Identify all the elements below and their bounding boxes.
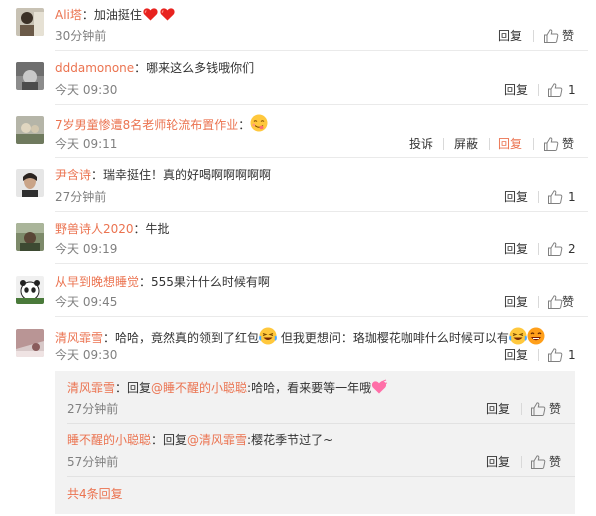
divider <box>489 138 490 150</box>
thumbs-up-icon[interactable] <box>547 82 563 98</box>
reply-prefix: ：回复 <box>115 381 152 395</box>
mention-link[interactable]: @清风霏雪 <box>187 433 247 447</box>
like-button[interactable]: 赞 <box>562 136 574 152</box>
comment-text: ：瑞幸挺住！真的好喝啊啊啊啊啊 <box>91 168 272 182</box>
comment-text-continued: 但我更想问：珞珈樱花咖啡什么时候可以有 <box>277 331 509 345</box>
comment-time: 今天 09:45 <box>55 295 118 309</box>
divider <box>521 403 522 415</box>
like-button[interactable]: 赞 <box>549 454 561 470</box>
like-button[interactable]: 赞 <box>562 294 574 310</box>
thumbs-up-icon[interactable] <box>547 241 563 257</box>
avatar[interactable] <box>16 276 44 304</box>
comment-username[interactable]: 7岁男童惨遭8名老师轮流布置作业 <box>55 118 238 132</box>
divider <box>538 349 539 361</box>
comment-time: 今天 09:30 <box>55 348 118 362</box>
comment-time: 今天 09:19 <box>55 242 118 256</box>
divider <box>55 211 588 212</box>
reply-button[interactable]: 回复 <box>504 241 528 257</box>
comment-text: ：哈哈，竟然真的领到了红包 <box>103 331 260 345</box>
divider <box>55 50 588 51</box>
reply-button[interactable]: 回复 <box>504 294 528 310</box>
divider <box>55 263 588 264</box>
divider <box>533 138 534 150</box>
comment-time: 今天 09:30 <box>55 83 118 97</box>
reply-username[interactable]: 清风霏雪 <box>67 381 115 395</box>
comment-username[interactable]: Ali塔 <box>55 8 82 22</box>
thumbs-up-icon[interactable] <box>547 347 563 363</box>
avatar[interactable] <box>16 116 44 144</box>
divider <box>67 476 575 477</box>
mention-link[interactable]: @睡不醒的小聪聪 <box>151 381 247 395</box>
divider <box>443 138 444 150</box>
report-button[interactable]: 投诉 <box>409 136 433 152</box>
reply-button[interactable]: 回复 <box>504 189 528 205</box>
comment-time: 30分钟前 <box>55 29 107 43</box>
like-count[interactable]: 1 <box>568 189 576 205</box>
reply-time: 57分钟前 <box>67 455 119 469</box>
laugh-cry-face-icon <box>259 327 277 345</box>
thumbs-up-icon[interactable] <box>543 28 559 44</box>
thumbs-up-icon[interactable] <box>530 454 546 470</box>
thumbs-up-icon[interactable] <box>547 294 563 310</box>
comment-time: 27分钟前 <box>55 190 107 204</box>
divider <box>55 157 588 158</box>
thumbs-up-icon[interactable] <box>530 401 546 417</box>
heart-icon <box>372 379 388 394</box>
thumbs-up-icon[interactable] <box>547 189 563 205</box>
thumbs-up-icon[interactable] <box>543 136 559 152</box>
avatar[interactable] <box>16 8 44 36</box>
grin-face-icon <box>527 327 545 345</box>
divider <box>67 423 575 424</box>
laugh-cry-face-icon <box>508 327 527 345</box>
comment-username[interactable]: 尹含诗 <box>55 168 91 182</box>
comment-text: ：555果汁什么时候有啊 <box>139 275 270 289</box>
reply-time: 27分钟前 <box>67 402 119 416</box>
divider <box>538 84 539 96</box>
comment-username[interactable]: 清风霏雪 <box>55 331 103 345</box>
divider <box>538 243 539 255</box>
comment-username[interactable]: 从早到晚想睡觉 <box>55 275 139 289</box>
like-count[interactable]: 1 <box>568 347 576 363</box>
block-button[interactable]: 屏蔽 <box>454 136 478 152</box>
yummy-face-icon <box>250 114 268 132</box>
reply-button[interactable]: 回复 <box>498 28 522 44</box>
reply-button[interactable]: 回复 <box>486 454 510 470</box>
comment-time: 今天 09:11 <box>55 137 118 151</box>
divider <box>538 191 539 203</box>
heart-icon <box>142 6 159 22</box>
reply-button[interactable]: 回复 <box>486 401 510 417</box>
reply-thread: 清风霏雪：回复@睡不醒的小聪聪:哈哈，看来要等一年哦 27分钟前 回复 赞 睡不… <box>55 371 575 514</box>
reply-prefix: ：回复 <box>151 433 188 447</box>
comment-username[interactable]: dddamonone <box>55 61 134 75</box>
comment-text: ：哪来这么多钱哦你们 <box>134 61 255 75</box>
divider <box>55 104 588 105</box>
avatar[interactable] <box>16 62 44 90</box>
heart-icon <box>159 6 176 22</box>
comment-username[interactable]: 野兽诗人2020 <box>55 222 134 236</box>
divider <box>533 30 534 42</box>
divider <box>55 316 588 317</box>
avatar[interactable] <box>16 223 44 251</box>
like-count[interactable]: 1 <box>568 82 576 98</box>
like-button[interactable]: 赞 <box>562 28 574 44</box>
comment-text: ：加油挺住 <box>81 8 142 22</box>
reply-text: :哈哈，看来要等一年哦 <box>247 381 372 395</box>
reply-button[interactable]: 回复 <box>504 347 528 363</box>
reply-text: :樱花季节过了~ <box>247 433 334 447</box>
comment-text: ： <box>238 118 251 132</box>
reply-button[interactable]: 回复 <box>504 82 528 98</box>
more-replies-link[interactable]: 共4条回复 <box>67 486 123 502</box>
like-button[interactable]: 赞 <box>549 401 561 417</box>
reply-username[interactable]: 睡不醒的小聪聪 <box>67 433 151 447</box>
avatar[interactable] <box>16 169 44 197</box>
like-count[interactable]: 2 <box>568 241 576 257</box>
comment-text: ：牛批 <box>133 222 170 236</box>
divider <box>538 296 539 308</box>
reply-button[interactable]: 回复 <box>498 136 522 152</box>
divider <box>521 456 522 468</box>
avatar[interactable] <box>16 329 44 357</box>
